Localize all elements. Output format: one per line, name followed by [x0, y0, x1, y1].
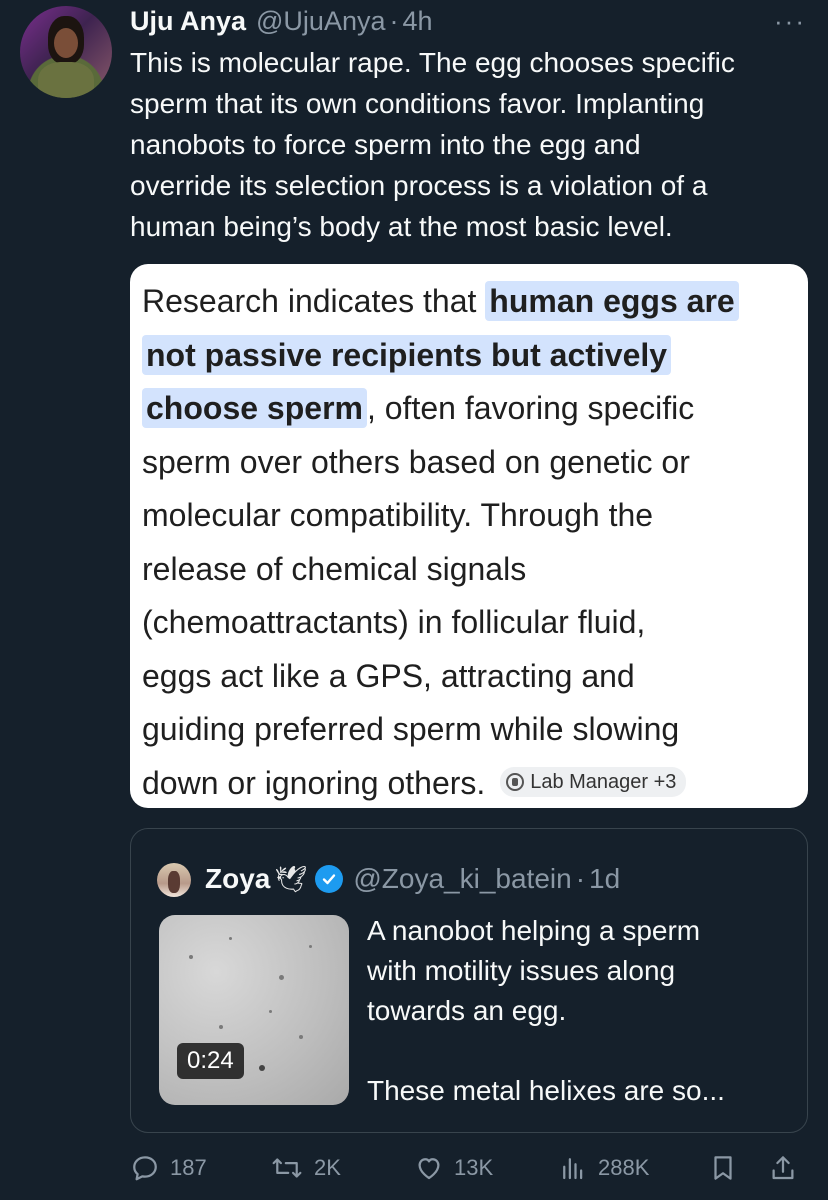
image-line: eggs act like a GPS, attracting and	[142, 657, 635, 694]
reply-icon	[130, 1153, 160, 1183]
like-icon	[414, 1153, 444, 1183]
image-line: sperm over others based on genetic or	[142, 443, 690, 480]
views-count: 288K	[598, 1155, 650, 1180]
author-name[interactable]: Uju Anya	[130, 6, 246, 37]
reply-button[interactable]: 187	[130, 1153, 207, 1183]
quoted-text-line: towards an egg.	[367, 995, 567, 1026]
quoted-author-name: Zoya	[205, 863, 271, 894]
quoted-tweet[interactable]: Zoya 🕊 @Zoya_ki_batein · 1d 0:24 A nanob…	[130, 828, 808, 1133]
bookmark-button[interactable]	[708, 1153, 738, 1183]
quoted-tweet-time: 1d	[589, 863, 621, 894]
image-line: down or ignoring others. Lab Manager +3	[142, 757, 802, 809]
quoted-header-separator: ·	[575, 863, 586, 894]
image-line: Research indicates that human eggs are	[142, 275, 802, 329]
bookmark-icon	[708, 1153, 738, 1183]
tweet: Uju Anya @UjuAnya · 4h ··· This is molec…	[0, 0, 828, 1200]
image-line: guiding preferred sperm while slowing	[142, 711, 680, 747]
quoted-author-handle: @Zoya_ki_batein	[353, 863, 572, 894]
repost-button[interactable]: 2K	[270, 1153, 341, 1183]
image-lead-text: Research indicates that	[142, 283, 486, 319]
tweet-text: This is molecular rape. The egg chooses …	[130, 42, 820, 247]
tweet-text-line: override its selection process is a viol…	[130, 170, 708, 201]
tweet-text-line: sperm that its own conditions favor. Imp…	[130, 88, 705, 119]
source-icon	[506, 773, 525, 792]
tweet-text-line: nanobots to force sperm into the egg and	[130, 129, 641, 160]
repost-count: 2K	[314, 1155, 341, 1180]
quoted-author-avatar	[157, 863, 191, 897]
more-options-icon[interactable]: ···	[774, 6, 806, 37]
views-icon	[558, 1153, 588, 1183]
quoted-text-line: A nanobot helping a sperm	[367, 915, 701, 946]
attached-image[interactable]: Research indicates that human eggs are n…	[130, 264, 808, 808]
image-last-line: down or ignoring others.	[142, 764, 495, 801]
share-icon	[768, 1153, 798, 1183]
source-chip: Lab Manager +3	[500, 767, 687, 798]
image-line: not passive recipients but actively	[142, 329, 802, 383]
highlighted-text: choose sperm	[142, 388, 367, 428]
image-text-rest: , often favoring specific	[366, 390, 695, 426]
header-separator: ·	[389, 5, 399, 36]
tweet-text-line: This is molecular rape. The egg chooses …	[130, 47, 735, 78]
dove-emoji-icon: 🕊	[274, 863, 308, 894]
source-chip-label: Lab Manager +3	[530, 771, 677, 794]
image-line: (chemoattractants) in follicular fluid,	[142, 604, 646, 640]
video-duration-badge: 0:24	[177, 1043, 244, 1079]
highlighted-text: not passive recipients but actively	[142, 334, 672, 375]
quoted-text-line: These metal helixes are so...	[367, 1075, 725, 1106]
author-handle[interactable]: @UjuAnya	[256, 6, 385, 37]
action-bar: 187 2K 13K 288K	[130, 1146, 810, 1190]
quoted-text-line: with motility issues along	[367, 955, 676, 986]
highlighted-text: human eggs are	[485, 281, 739, 321]
tweet-time[interactable]: 4h	[402, 6, 432, 37]
like-count: 13K	[454, 1155, 494, 1180]
views-button[interactable]: 288K	[558, 1153, 649, 1183]
author-avatar[interactable]	[20, 6, 112, 98]
video-thumbnail[interactable]: 0:24	[159, 915, 349, 1105]
share-button[interactable]	[768, 1153, 798, 1183]
quoted-tweet-text: A nanobot helping a sperm with motility …	[367, 911, 787, 1111]
tweet-header: Uju Anya @UjuAnya · 4h	[130, 4, 808, 38]
like-button[interactable]: 13K	[414, 1153, 493, 1183]
image-line: molecular compatibility. Through the	[142, 497, 654, 533]
reply-count: 187	[170, 1155, 207, 1180]
quoted-header: Zoya 🕊 @Zoya_ki_batein · 1d	[205, 859, 620, 899]
image-line: release of chemical signals	[142, 550, 527, 587]
repost-icon	[270, 1153, 304, 1183]
image-text: Research indicates that human eggs are n…	[142, 275, 802, 808]
image-line: choose sperm, often favoring specific	[142, 382, 802, 436]
tweet-text-line: human being’s body at the most basic lev…	[130, 211, 673, 242]
verified-badge-icon	[315, 865, 344, 893]
